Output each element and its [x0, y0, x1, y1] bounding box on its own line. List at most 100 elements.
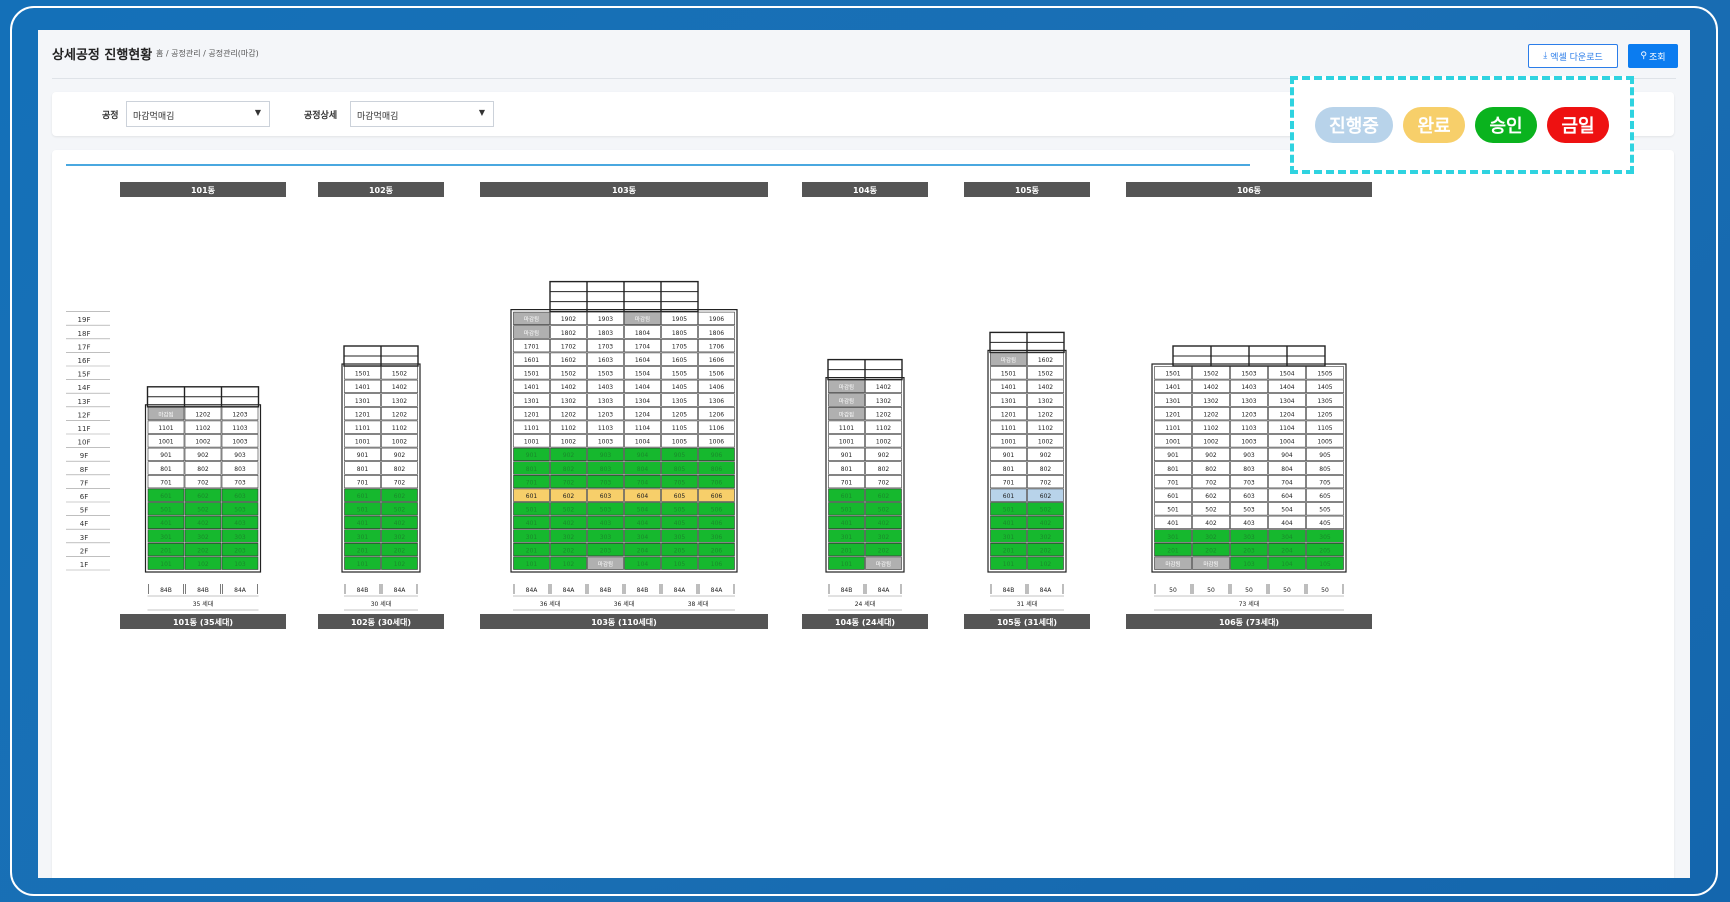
legend-in-progress: 진행중: [1315, 107, 1393, 143]
unit-label: 302: [1205, 534, 1217, 541]
unit-label: 405: [1319, 520, 1331, 527]
building-frame: [825, 377, 905, 573]
unit-label: 1705: [672, 343, 687, 350]
unit-label: 303: [1243, 534, 1255, 541]
unit-label: 1504: [1279, 371, 1294, 378]
unit-label: 1402: [561, 384, 576, 391]
unit-label: 501: [1167, 507, 1179, 514]
unit-label: 502: [563, 507, 575, 514]
unit-label: 1004: [635, 439, 650, 446]
unit-label: 903: [234, 452, 246, 459]
unit-label: 301: [526, 534, 538, 541]
chevron-down-icon: ▼: [254, 108, 261, 117]
building-name: 101동: [191, 186, 216, 195]
unit-type: 84A: [674, 587, 687, 594]
unit-label: 1102: [392, 425, 407, 432]
unit-label: 301: [1167, 534, 1179, 541]
unit-label: 1703: [598, 343, 613, 350]
unit-label: 102: [563, 561, 575, 568]
unit-label: 1005: [1317, 439, 1332, 446]
unit-label: 602: [878, 493, 890, 500]
unit-label: 1401: [524, 384, 539, 391]
unit-label: 802: [563, 466, 575, 473]
unit-label: 802: [878, 466, 890, 473]
unit-label: 1002: [876, 439, 891, 446]
building-name: 102동: [369, 186, 394, 195]
unit-label: 406: [711, 520, 723, 527]
unit-label: 501: [1003, 507, 1015, 514]
unit-label: 101: [841, 561, 853, 568]
unit-label: 1405: [672, 384, 687, 391]
unit-label: 201: [1167, 547, 1179, 554]
group-count: 36 세대: [614, 600, 635, 608]
top-bar: 상세공정 진행현황 홈 / 공정관리 / 공정관리(마감) ⤓ 엑셀 다운로드 …: [38, 30, 1690, 80]
unit-label: 801: [1003, 466, 1015, 473]
unit-label: 1002: [561, 439, 576, 446]
floor-label: 17F: [78, 343, 91, 351]
floor-label: 9F: [80, 452, 88, 460]
unit-label: 702: [1040, 479, 1052, 486]
unit-label: 1402: [1038, 384, 1053, 391]
unit-label: 1605: [672, 357, 687, 364]
unit-type: 50: [1321, 587, 1329, 594]
unit-label: 602: [563, 493, 575, 500]
unit-total: 24 세대: [855, 600, 876, 608]
unit-label: 301: [841, 534, 853, 541]
floor-label: 12F: [78, 411, 91, 419]
unit-label: 605: [1319, 493, 1331, 500]
unit-label: 1106: [709, 425, 724, 432]
unit-label: 802: [394, 466, 406, 473]
unit-label: 101: [357, 561, 369, 568]
unit-label: 1906: [709, 316, 724, 323]
unit-label: 1402: [876, 384, 891, 391]
unit-label: 1102: [561, 425, 576, 432]
floor-label: 10F: [78, 439, 91, 447]
unit-label: 1702: [561, 343, 576, 350]
search-icon: ⚲: [1640, 51, 1648, 61]
unit-label: 302: [1040, 534, 1052, 541]
floor-label: 6F: [80, 493, 88, 501]
unit-label: 1403: [1241, 384, 1256, 391]
unit-label: 401: [841, 520, 853, 527]
search-button[interactable]: ⚲ 조회: [1628, 44, 1678, 68]
unit-label: 마감됨: [158, 410, 173, 418]
unit-label: 1306: [709, 398, 724, 405]
unit-label: 1001: [1165, 439, 1180, 446]
unit-label: 902: [563, 452, 575, 459]
unit-label: 303: [234, 534, 246, 541]
unit-label: 1503: [1241, 371, 1256, 378]
unit-label: 701: [841, 479, 853, 486]
unit-label: 201: [160, 547, 172, 554]
unit-label: 504: [1281, 507, 1293, 514]
unit-label: 1001: [839, 439, 854, 446]
unit-label: 1301: [524, 398, 539, 405]
unit-label: 1206: [709, 411, 724, 418]
unit-label: 1503: [598, 371, 613, 378]
building-chart: 19F 18F 17F 16F 15F 14F 13F 12F 11F 10F 9F 8F 7F 6F 5F…: [66, 182, 1372, 629]
building-footer-label: 103동 (110세대): [591, 617, 657, 627]
unit-label: 202: [1040, 547, 1052, 554]
unit-label: 102: [197, 561, 209, 568]
unit-label: 105: [1319, 561, 1331, 568]
unit-label: 702: [394, 479, 406, 486]
unit-label: 902: [1205, 452, 1217, 459]
unit-label: 804: [637, 466, 649, 473]
unit-label: 1505: [672, 371, 687, 378]
floor-label: 13F: [78, 398, 91, 406]
unit-label: 101: [160, 561, 172, 568]
unit-label: 1201: [524, 411, 539, 418]
unit-label: 701: [1167, 479, 1179, 486]
unit-type: 84B: [197, 587, 209, 594]
unit-label: 1501: [1001, 371, 1016, 378]
process-select[interactable]: 마감먹매김 ▼: [126, 101, 270, 127]
process-detail-select[interactable]: 마감먹매김 ▼: [350, 101, 494, 127]
excel-download-button[interactable]: ⤓ 엑셀 다운로드: [1528, 44, 1618, 68]
unit-label: 901: [1167, 452, 1179, 459]
unit-label: 602: [394, 493, 406, 500]
building-footer-label: 101동 (35세대): [173, 617, 233, 627]
unit-label: 103: [234, 561, 246, 568]
unit-type: 50: [1207, 587, 1215, 594]
unit-label: 1205: [1317, 411, 1332, 418]
unit-label: 206: [711, 547, 723, 554]
unit-label: 502: [394, 507, 406, 514]
